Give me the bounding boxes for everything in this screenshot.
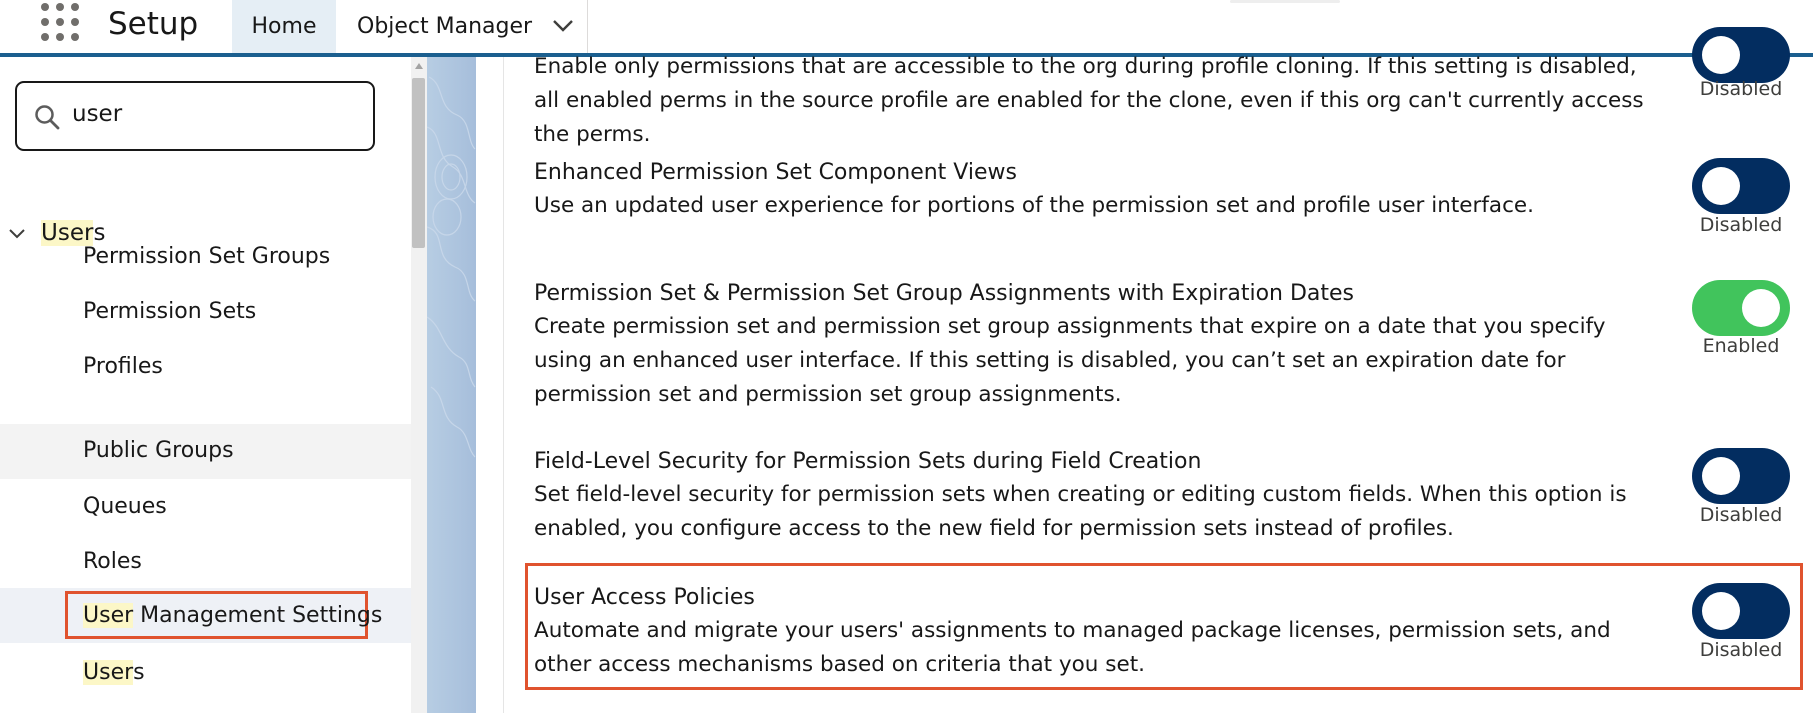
sidebar-item-users[interactable]: Users: [0, 648, 411, 698]
setting-toggle[interactable]: [1692, 448, 1790, 504]
scroll-up-arrow-icon[interactable]: [415, 63, 423, 69]
setting-toggle[interactable]: [1692, 158, 1790, 214]
setting-toggle[interactable]: [1692, 280, 1790, 336]
setup-sidebar: user Users Permission Set Groups Permiss…: [0, 57, 411, 713]
sidebar-scrollbar-thumb[interactable]: [412, 78, 425, 248]
setting-description: Enable only permissions that are accessi…: [534, 54, 1644, 147]
header-divider: [1230, 0, 1340, 3]
sidebar-item-roles[interactable]: Roles: [0, 537, 411, 587]
setting-title: Enhanced Permission Set Component Views: [534, 160, 1017, 185]
search-input-value: user: [72, 101, 123, 127]
sidebar-item-public-groups[interactable]: Public Groups: [0, 424, 411, 479]
toggle-status-label: Enabled: [1702, 335, 1780, 357]
tab-home-label: Home: [251, 14, 317, 39]
sidebar-item-queues[interactable]: Queues: [0, 482, 411, 532]
annotation-highlight-box: [525, 563, 1803, 690]
tab-home[interactable]: Home: [232, 0, 336, 53]
sidebar-item-permission-sets[interactable]: Permission Sets: [0, 287, 411, 337]
setting-description: Create permission set and permission set…: [534, 314, 1606, 407]
setting-description: Use an updated user experience for porti…: [534, 193, 1534, 218]
quick-find-search-input[interactable]: user: [15, 81, 375, 151]
chevron-down-icon[interactable]: [552, 14, 574, 39]
tab-object-manager[interactable]: Object Manager: [336, 0, 588, 53]
search-icon: [35, 105, 60, 130]
toggle-knob: [1702, 36, 1740, 74]
sidebar-item-user-management-settings[interactable]: User Management Settings: [0, 588, 411, 643]
sidebar-item-profiles[interactable]: Profiles: [0, 342, 411, 392]
app-launcher-icon[interactable]: [41, 3, 81, 43]
toggle-status-label: Disabled: [1699, 214, 1783, 236]
setting-title: Permission Set & Permission Set Group As…: [534, 281, 1355, 306]
toggle-status-label: Disabled: [1699, 504, 1783, 526]
setting-title: Field-Level Security for Permission Sets…: [534, 449, 1202, 474]
global-header: Setup Home Object Manager: [0, 0, 1813, 53]
toggle-knob: [1702, 457, 1740, 495]
sidebar-item-permission-set-groups[interactable]: Permission Set Groups: [0, 232, 411, 282]
setting-description: Set field-level security for permission …: [534, 482, 1627, 541]
decorative-background: [427, 57, 476, 713]
tab-object-manager-label: Object Manager: [357, 14, 533, 39]
setting-toggle[interactable]: [1692, 27, 1790, 83]
content-gap: [476, 57, 504, 713]
toggle-knob: [1742, 289, 1780, 327]
toggle-status-label: Disabled: [1699, 78, 1783, 100]
toggle-knob: [1702, 167, 1740, 205]
app-title: Setup: [108, 6, 199, 42]
